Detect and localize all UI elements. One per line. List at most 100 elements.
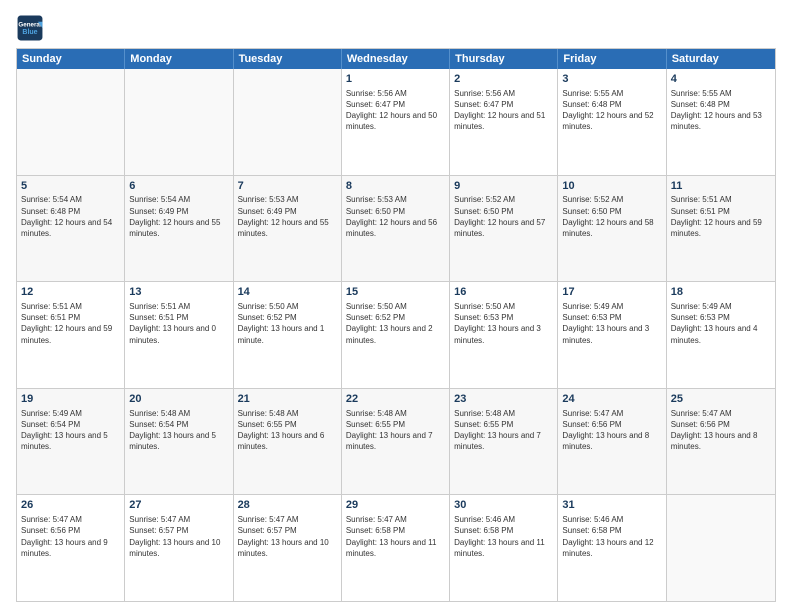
cell-info-line: Sunrise: 5:52 AM	[562, 194, 661, 205]
calendar-header: SundayMondayTuesdayWednesdayThursdayFrid…	[17, 49, 775, 69]
cell-info-line: Daylight: 12 hours and 55 minutes.	[238, 217, 337, 239]
cal-cell-28: 28Sunrise: 5:47 AMSunset: 6:57 PMDayligh…	[234, 495, 342, 601]
day-number: 10	[562, 179, 661, 194]
cell-info-line: Daylight: 13 hours and 8 minutes.	[562, 430, 661, 452]
cell-info-line: Daylight: 13 hours and 10 minutes.	[238, 537, 337, 559]
day-number: 2	[454, 72, 553, 87]
cell-info-line: Sunset: 6:57 PM	[129, 525, 228, 536]
cell-info-line: Daylight: 13 hours and 1 minute.	[238, 323, 337, 345]
cal-cell-9: 9Sunrise: 5:52 AMSunset: 6:50 PMDaylight…	[450, 176, 558, 282]
cell-info-line: Sunrise: 5:51 AM	[129, 301, 228, 312]
day-number: 6	[129, 179, 228, 194]
cell-info-line: Sunset: 6:48 PM	[21, 206, 120, 217]
cal-cell-4: 4Sunrise: 5:55 AMSunset: 6:48 PMDaylight…	[667, 69, 775, 175]
cell-info-line: Sunset: 6:54 PM	[21, 419, 120, 430]
cell-info-line: Sunrise: 5:48 AM	[129, 408, 228, 419]
cell-info-line: Sunrise: 5:50 AM	[238, 301, 337, 312]
svg-text:Blue: Blue	[22, 29, 37, 36]
cell-info-line: Daylight: 13 hours and 2 minutes.	[346, 323, 445, 345]
cell-info-line: Sunset: 6:55 PM	[454, 419, 553, 430]
day-header-monday: Monday	[125, 49, 233, 69]
calendar-row-3: 19Sunrise: 5:49 AMSunset: 6:54 PMDayligh…	[17, 389, 775, 496]
cell-info-line: Sunrise: 5:49 AM	[671, 301, 771, 312]
cell-info-line: Daylight: 12 hours and 54 minutes.	[21, 217, 120, 239]
day-number: 30	[454, 498, 553, 513]
day-number: 26	[21, 498, 120, 513]
day-number: 4	[671, 72, 771, 87]
cell-info-line: Sunrise: 5:48 AM	[346, 408, 445, 419]
cal-cell-17: 17Sunrise: 5:49 AMSunset: 6:53 PMDayligh…	[558, 282, 666, 388]
cell-info-line: Sunrise: 5:55 AM	[671, 88, 771, 99]
cell-info-line: Daylight: 12 hours and 50 minutes.	[346, 110, 445, 132]
cal-cell-empty-4-6	[667, 495, 775, 601]
cell-info-line: Sunrise: 5:48 AM	[454, 408, 553, 419]
cell-info-line: Sunrise: 5:50 AM	[454, 301, 553, 312]
day-header-friday: Friday	[558, 49, 666, 69]
cell-info-line: Sunset: 6:57 PM	[238, 525, 337, 536]
cal-cell-13: 13Sunrise: 5:51 AMSunset: 6:51 PMDayligh…	[125, 282, 233, 388]
calendar: SundayMondayTuesdayWednesdayThursdayFrid…	[16, 48, 776, 602]
day-number: 29	[346, 498, 445, 513]
cell-info-line: Daylight: 13 hours and 3 minutes.	[562, 323, 661, 345]
cell-info-line: Sunset: 6:50 PM	[562, 206, 661, 217]
cell-info-line: Sunset: 6:48 PM	[562, 99, 661, 110]
cell-info-line: Sunset: 6:49 PM	[129, 206, 228, 217]
cell-info-line: Daylight: 13 hours and 10 minutes.	[129, 537, 228, 559]
cell-info-line: Daylight: 13 hours and 8 minutes.	[671, 430, 771, 452]
cal-cell-15: 15Sunrise: 5:50 AMSunset: 6:52 PMDayligh…	[342, 282, 450, 388]
cell-info-line: Sunset: 6:53 PM	[671, 312, 771, 323]
cell-info-line: Daylight: 12 hours and 57 minutes.	[454, 217, 553, 239]
day-number: 18	[671, 285, 771, 300]
cell-info-line: Daylight: 13 hours and 0 minutes.	[129, 323, 228, 345]
cal-cell-empty-0-1	[125, 69, 233, 175]
calendar-row-4: 26Sunrise: 5:47 AMSunset: 6:56 PMDayligh…	[17, 495, 775, 601]
cell-info-line: Daylight: 13 hours and 7 minutes.	[346, 430, 445, 452]
cal-cell-26: 26Sunrise: 5:47 AMSunset: 6:56 PMDayligh…	[17, 495, 125, 601]
cell-info-line: Sunset: 6:53 PM	[562, 312, 661, 323]
day-number: 16	[454, 285, 553, 300]
day-number: 27	[129, 498, 228, 513]
day-number: 5	[21, 179, 120, 194]
cell-info-line: Sunrise: 5:56 AM	[346, 88, 445, 99]
cell-info-line: Daylight: 13 hours and 9 minutes.	[21, 537, 120, 559]
cell-info-line: Sunrise: 5:51 AM	[671, 194, 771, 205]
cell-info-line: Daylight: 13 hours and 3 minutes.	[454, 323, 553, 345]
page: General Blue SundayMondayTuesdayWednesda…	[0, 0, 792, 612]
cal-cell-1: 1Sunrise: 5:56 AMSunset: 6:47 PMDaylight…	[342, 69, 450, 175]
day-number: 19	[21, 392, 120, 407]
cal-cell-21: 21Sunrise: 5:48 AMSunset: 6:55 PMDayligh…	[234, 389, 342, 495]
cell-info-line: Sunset: 6:51 PM	[21, 312, 120, 323]
cell-info-line: Daylight: 13 hours and 11 minutes.	[454, 537, 553, 559]
calendar-row-1: 5Sunrise: 5:54 AMSunset: 6:48 PMDaylight…	[17, 176, 775, 283]
day-number: 7	[238, 179, 337, 194]
cal-cell-27: 27Sunrise: 5:47 AMSunset: 6:57 PMDayligh…	[125, 495, 233, 601]
cal-cell-empty-0-2	[234, 69, 342, 175]
cell-info-line: Sunset: 6:51 PM	[129, 312, 228, 323]
cell-info-line: Daylight: 12 hours and 59 minutes.	[671, 217, 771, 239]
cell-info-line: Sunrise: 5:49 AM	[562, 301, 661, 312]
cell-info-line: Daylight: 13 hours and 7 minutes.	[454, 430, 553, 452]
cell-info-line: Sunrise: 5:53 AM	[346, 194, 445, 205]
cal-cell-8: 8Sunrise: 5:53 AMSunset: 6:50 PMDaylight…	[342, 176, 450, 282]
cell-info-line: Sunset: 6:47 PM	[454, 99, 553, 110]
cal-cell-3: 3Sunrise: 5:55 AMSunset: 6:48 PMDaylight…	[558, 69, 666, 175]
day-number: 24	[562, 392, 661, 407]
calendar-row-0: 1Sunrise: 5:56 AMSunset: 6:47 PMDaylight…	[17, 69, 775, 176]
cell-info-line: Daylight: 12 hours and 55 minutes.	[129, 217, 228, 239]
cell-info-line: Daylight: 13 hours and 11 minutes.	[346, 537, 445, 559]
cal-cell-18: 18Sunrise: 5:49 AMSunset: 6:53 PMDayligh…	[667, 282, 775, 388]
day-header-thursday: Thursday	[450, 49, 558, 69]
day-number: 25	[671, 392, 771, 407]
cell-info-line: Sunrise: 5:56 AM	[454, 88, 553, 99]
calendar-row-2: 12Sunrise: 5:51 AMSunset: 6:51 PMDayligh…	[17, 282, 775, 389]
day-number: 12	[21, 285, 120, 300]
day-number: 28	[238, 498, 337, 513]
cell-info-line: Sunset: 6:52 PM	[238, 312, 337, 323]
cal-cell-19: 19Sunrise: 5:49 AMSunset: 6:54 PMDayligh…	[17, 389, 125, 495]
cell-info-line: Sunrise: 5:48 AM	[238, 408, 337, 419]
cell-info-line: Sunrise: 5:47 AM	[346, 514, 445, 525]
cell-info-line: Sunset: 6:56 PM	[21, 525, 120, 536]
cell-info-line: Daylight: 13 hours and 12 minutes.	[562, 537, 661, 559]
cal-cell-22: 22Sunrise: 5:48 AMSunset: 6:55 PMDayligh…	[342, 389, 450, 495]
calendar-body: 1Sunrise: 5:56 AMSunset: 6:47 PMDaylight…	[17, 69, 775, 601]
